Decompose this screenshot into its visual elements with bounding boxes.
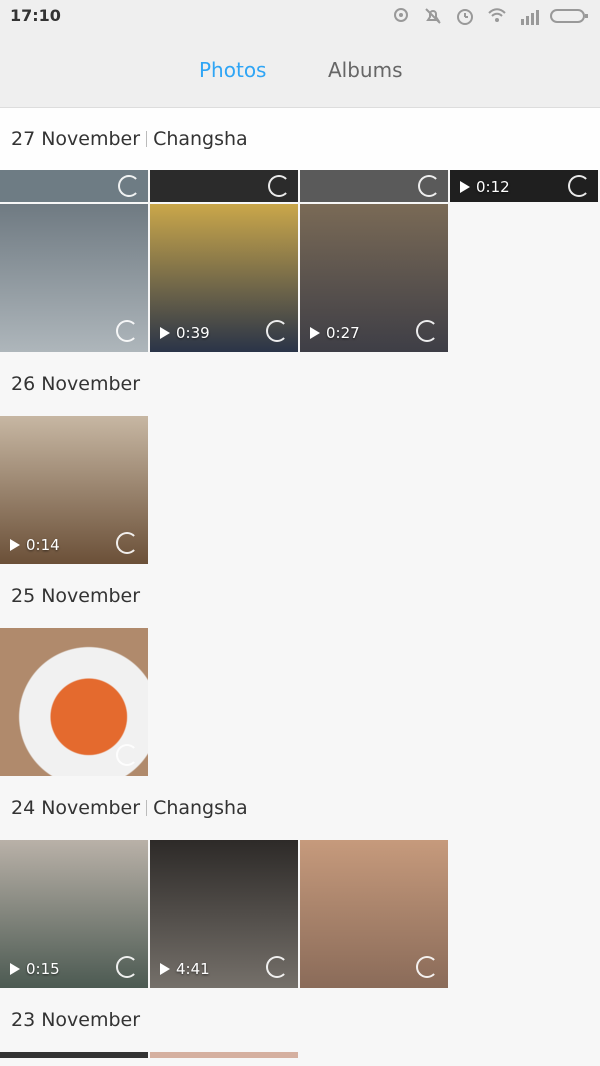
video-duration: 4:41 <box>160 960 210 978</box>
section-24-november: 24 November Changsha 0:15 4:41 <box>0 776 600 988</box>
thumbnail[interactable] <box>0 1052 148 1058</box>
sync-icon <box>416 956 438 978</box>
status-time: 17:10 <box>10 6 61 25</box>
photo-grid: 0:39 0:27 <box>0 204 600 352</box>
sync-icon <box>416 320 438 342</box>
photo-grid: 0:14 <box>0 416 600 564</box>
play-icon <box>10 963 20 975</box>
section-date: 25 November <box>11 585 141 607</box>
video-duration: 0:15 <box>10 960 60 978</box>
duration-label: 0:15 <box>26 960 60 978</box>
thumbnail[interactable]: 0:39 <box>150 204 298 352</box>
sync-icon <box>266 956 288 978</box>
play-icon <box>160 327 170 339</box>
duration-label: 0:27 <box>326 324 360 342</box>
section-header: 26 November <box>0 352 600 416</box>
sync-icon <box>116 532 138 554</box>
photo-grid <box>0 1052 600 1058</box>
duration-label: 0:12 <box>476 178 510 196</box>
duration-label: 0:14 <box>26 536 60 554</box>
thumbnail[interactable] <box>150 1052 298 1058</box>
video-duration: 0:39 <box>160 324 210 342</box>
photo-feed[interactable]: 27 November Changsha 0:12 0:39 0:27 26 N… <box>0 108 600 1066</box>
thumbnail[interactable] <box>300 840 448 988</box>
thumbnail[interactable]: 0:15 <box>0 840 148 988</box>
sync-icon <box>116 744 138 766</box>
signal-icon <box>518 5 540 27</box>
thumbnail[interactable]: 0:27 <box>300 204 448 352</box>
separator <box>146 131 148 147</box>
play-icon <box>160 963 170 975</box>
thumbnail[interactable]: 0:12 <box>450 170 598 202</box>
play-icon <box>310 327 320 339</box>
tab-albums[interactable]: Albums <box>328 58 403 82</box>
thumbnail[interactable] <box>0 170 148 202</box>
section-header: 24 November Changsha <box>0 776 600 840</box>
section-25-november: 25 November <box>0 564 600 776</box>
play-icon <box>460 181 470 193</box>
section-location: Changsha <box>153 128 248 150</box>
tab-bar: Photos Albums <box>0 34 600 108</box>
status-icons <box>390 5 590 27</box>
location-icon <box>390 5 412 27</box>
wifi-icon <box>486 5 508 27</box>
section-header: 25 November <box>0 564 600 628</box>
sync-icon <box>116 956 138 978</box>
section-header: 27 November Changsha <box>0 108 600 170</box>
status-bar: 17:10 <box>0 0 600 34</box>
sync-icon <box>268 175 290 197</box>
alarm-icon <box>454 5 476 27</box>
video-duration: 0:27 <box>310 324 360 342</box>
sync-icon <box>116 320 138 342</box>
duration-label: 0:39 <box>176 324 210 342</box>
thumbnail[interactable]: 4:41 <box>150 840 298 988</box>
section-header: 23 November <box>0 988 600 1052</box>
thumbnail[interactable] <box>150 170 298 202</box>
thumbnail[interactable] <box>0 628 148 776</box>
section-date: 23 November <box>11 1009 141 1031</box>
section-date: 24 November <box>11 797 141 819</box>
thumbnail[interactable] <box>0 204 148 352</box>
notifications-off-icon <box>422 5 444 27</box>
section-27-november: 27 November Changsha 0:12 0:39 0:27 <box>0 108 600 352</box>
video-duration: 0:12 <box>460 178 510 196</box>
section-23-november: 23 November <box>0 988 600 1058</box>
photo-grid: 0:15 4:41 <box>0 840 600 988</box>
play-icon <box>10 539 20 551</box>
tab-photos[interactable]: Photos <box>199 58 266 82</box>
duration-label: 4:41 <box>176 960 210 978</box>
section-26-november: 26 November 0:14 <box>0 352 600 564</box>
sync-icon <box>266 320 288 342</box>
video-duration: 0:14 <box>10 536 60 554</box>
battery-icon <box>550 5 590 27</box>
sync-icon <box>118 175 140 197</box>
thumb-row-top: 0:12 <box>0 170 598 202</box>
section-date: 26 November <box>11 373 141 395</box>
thumbnail[interactable]: 0:14 <box>0 416 148 564</box>
top-strip: 27 November Changsha 0:12 <box>0 108 600 202</box>
separator <box>146 800 148 816</box>
section-location: Changsha <box>153 797 248 819</box>
section-date: 27 November <box>11 128 141 150</box>
photo-grid <box>0 628 600 776</box>
sync-icon <box>418 175 440 197</box>
thumbnail[interactable] <box>300 170 448 202</box>
sync-icon <box>568 175 590 197</box>
